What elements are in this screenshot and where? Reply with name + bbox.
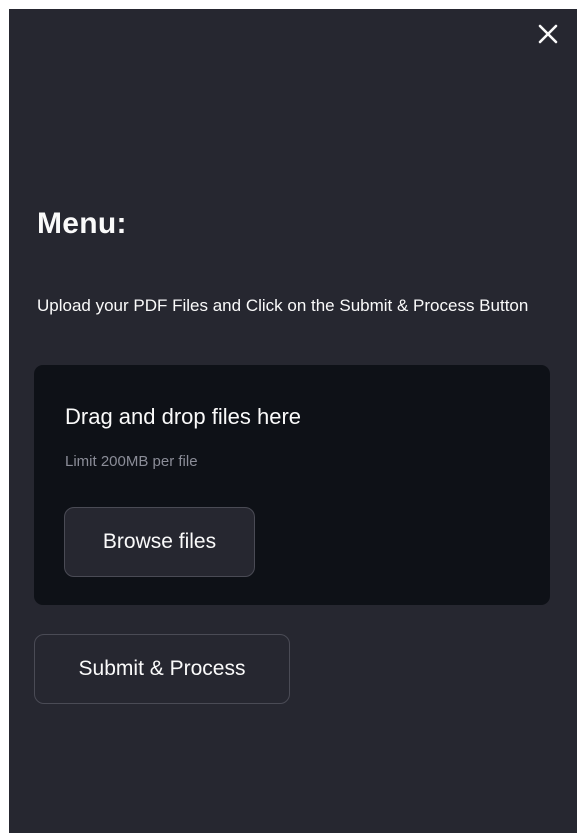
close-icon <box>537 23 559 45</box>
submit-process-button[interactable]: Submit & Process <box>34 634 290 704</box>
close-sidebar-button[interactable] <box>535 21 561 47</box>
file-dropzone[interactable]: Drag and drop files here Limit 200MB per… <box>34 365 550 605</box>
browse-files-button[interactable]: Browse files <box>64 507 255 577</box>
upload-instructions: Upload your PDF Files and Click on the S… <box>37 296 529 315</box>
sidebar: Menu: Upload your PDF Files and Click on… <box>9 9 577 833</box>
dropzone-label: Drag and drop files here <box>65 404 302 429</box>
file-size-limit: Limit 200MB per file <box>65 453 198 470</box>
menu-title: Menu: <box>37 207 127 240</box>
